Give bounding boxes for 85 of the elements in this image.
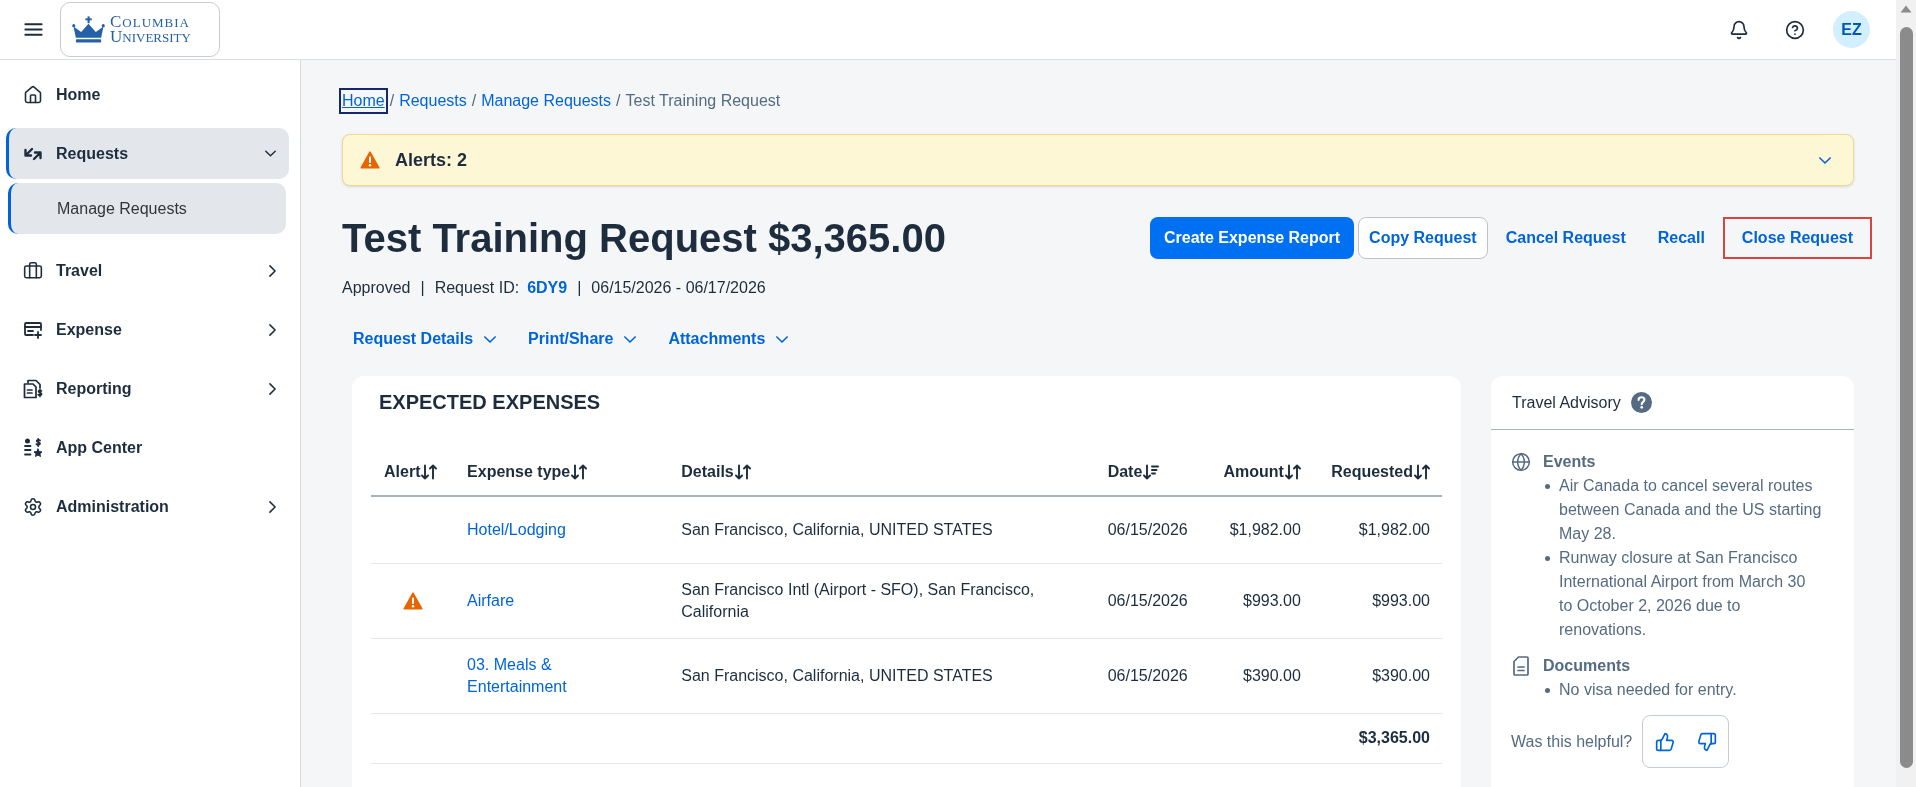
table-cell: $1,982.00 — [1312, 496, 1442, 563]
request-id-link[interactable]: 6DY9 — [527, 276, 568, 300]
page-title: Test Training Request $3,365.00 — [342, 215, 946, 262]
table-cell: San Francisco, California, UNITED STATES — [668, 638, 1095, 713]
field-label: Request ID: — [434, 278, 520, 298]
gear-icon — [23, 496, 43, 517]
sidebar-item[interactable]: Reporting — [6, 363, 289, 414]
expense-type-link[interactable]: Airfare — [467, 589, 515, 612]
sidebar-item[interactable]: Requests — [6, 128, 289, 179]
globe-icon — [1511, 452, 1531, 472]
scrollbar-thumb[interactable] — [1899, 27, 1913, 768]
card-title: Travel Advisory — [1512, 392, 1621, 413]
expense-type-link[interactable]: Hotel/Lodging — [467, 518, 566, 541]
separator-text: | — [420, 278, 425, 298]
sidebar-item[interactable]: App Center — [6, 422, 289, 473]
column-header[interactable]: Amount — [1223, 459, 1301, 484]
link-button[interactable]: Close Request — [1722, 217, 1872, 259]
avatar[interactable]: EZ — [1833, 11, 1870, 48]
date-range-text: 06/15/2026 - 06/17/2026 — [591, 278, 766, 298]
table-cell: $993.00 — [1312, 563, 1442, 638]
list-star-icon — [23, 437, 43, 458]
primary-button[interactable]: Create Expense Report — [1150, 217, 1355, 259]
advisory-text: Air Canada to cancel several routes between Canada and the US starting May 28. — [1559, 476, 1823, 544]
column-header[interactable]: Date — [1107, 459, 1160, 484]
breadcrumb-link[interactable]: Manage Requests — [481, 91, 612, 111]
advisory-text: Runway closure at San Francisco International Airport from March 30 to October 2, 2026 due to renovations. — [1559, 548, 1807, 640]
report-icon — [23, 378, 43, 399]
document-icon — [1513, 656, 1529, 676]
warning-icon — [360, 151, 380, 169]
outline-button[interactable]: Copy Request — [1358, 217, 1488, 259]
dropdown-menu-button[interactable]: Attachments — [657, 321, 800, 357]
home-icon — [23, 84, 43, 105]
thumbs-up-icon — [1654, 731, 1675, 752]
breadcrumb-current: Test Training Request — [625, 91, 781, 111]
scrollbar[interactable] — [1896, 0, 1916, 787]
breadcrumb-link[interactable]: Home — [342, 91, 385, 111]
bullet-icon — [1545, 688, 1550, 693]
link-button[interactable]: Cancel Request — [1491, 217, 1640, 259]
bullet-icon — [1545, 556, 1550, 561]
dropdown-menu-button[interactable]: Print/Share — [517, 321, 648, 357]
table-cell: San Francisco, California, UNITED STATES — [668, 496, 1095, 563]
sidebar-subitem[interactable]: Manage Requests — [8, 183, 286, 234]
section-title: EXPECTED EXPENSES — [378, 390, 602, 415]
column-header[interactable]: Expense type — [467, 459, 588, 484]
bell-icon — [1729, 19, 1749, 40]
bullet-icon — [1545, 484, 1550, 489]
sidebar-item[interactable]: Home — [6, 69, 289, 120]
breadcrumb-separator: / — [616, 91, 621, 111]
feedback-question: Was this helpful? — [1511, 731, 1633, 752]
crown-icon — [72, 15, 105, 44]
table-cell: 06/15/2026 — [1094, 496, 1200, 563]
column-header[interactable]: Details — [681, 459, 751, 484]
table-cell: $390.00 — [1199, 638, 1313, 713]
thumbs-down-icon — [1696, 731, 1717, 752]
column-header[interactable]: Alert — [384, 459, 438, 484]
help-icon — [1785, 19, 1805, 40]
sidebar-item[interactable]: Expense — [6, 304, 289, 355]
menu-icon — [24, 22, 43, 37]
column-header[interactable]: Requested — [1331, 459, 1430, 484]
total-amount: $3,365.00 — [1312, 713, 1442, 763]
dropdown-menu-button[interactable]: Request Details — [342, 321, 508, 357]
briefcase-icon — [23, 260, 43, 281]
alerts-bar[interactable]: Alerts: 2 — [342, 134, 1854, 186]
breadcrumb-link[interactable]: Requests — [399, 91, 467, 111]
section-heading: Events — [1543, 452, 1597, 472]
table-cell: 06/15/2026 — [1094, 563, 1200, 638]
table-cell: San Francisco Intl (Airport - SFO), San Francisco, California — [668, 563, 1095, 638]
breadcrumb-separator: / — [471, 91, 477, 111]
table-cell: $1,982.00 — [1199, 496, 1313, 563]
help-icon[interactable] — [1630, 392, 1652, 413]
link-button[interactable]: Recall — [1643, 217, 1719, 259]
separator-text: | — [577, 278, 582, 298]
scroll-up-arrow-icon — [1900, 5, 1912, 13]
logo-link[interactable]: COLUMBIA UNIVERSITY — [60, 2, 220, 57]
table-cell: $390.00 — [1312, 638, 1442, 713]
table-cell: 06/15/2026 — [1094, 638, 1200, 713]
card-plus-icon — [23, 320, 43, 339]
advisory-text: No visa needed for entry. — [1559, 680, 1738, 700]
sidebar-item[interactable]: Administration — [6, 481, 289, 532]
status-text: Approved — [342, 278, 411, 298]
sidebar-item[interactable]: Travel — [6, 245, 289, 296]
breadcrumb-separator: / — [389, 91, 395, 111]
table-cell: $993.00 — [1199, 563, 1313, 638]
section-heading: Documents — [1543, 656, 1632, 676]
expense-type-link[interactable]: 03. Meals & Entertainment — [467, 653, 628, 698]
